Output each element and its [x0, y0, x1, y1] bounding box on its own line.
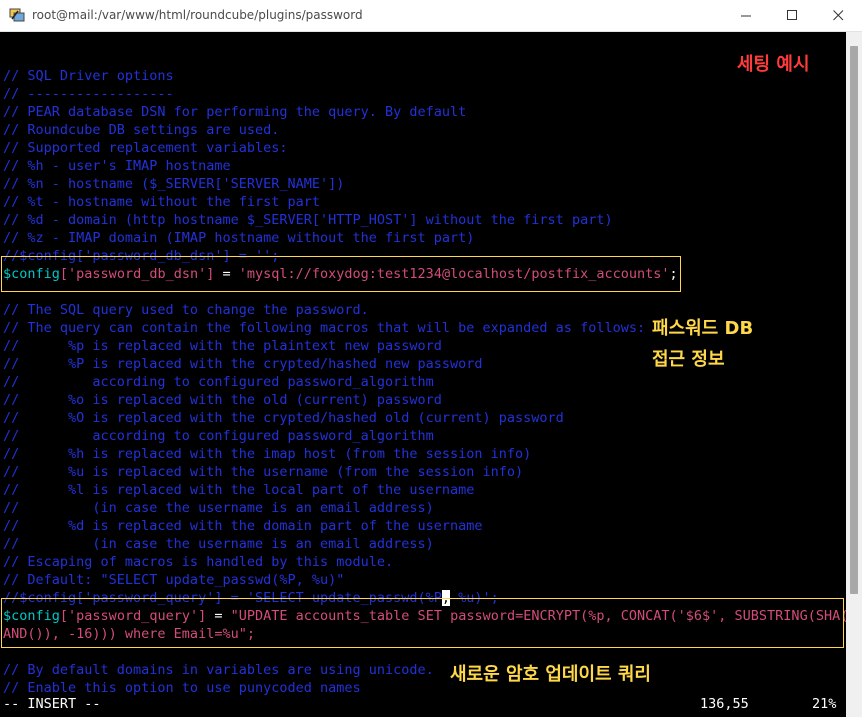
code-line: // SQL Driver options: [3, 68, 174, 84]
code-line: // Escaping of macros is handled by this…: [3, 554, 394, 570]
annotation-db-info-1: 패스워드 DB: [652, 318, 754, 339]
putty-terminal-icon: [9, 8, 25, 22]
code-line: // %P is replaced with the crypted/hashe…: [3, 356, 483, 372]
code-line: // according to configured password_algo…: [3, 374, 434, 390]
code-line: // %o is replaced with the old (current)…: [3, 392, 442, 408]
window-titlebar: root@mail:/var/www/html/roundcube/plugin…: [0, 0, 862, 32]
window-title: root@mail:/var/www/html/roundcube/plugin…: [32, 8, 363, 22]
code-line: // according to configured password_algo…: [3, 428, 434, 444]
scrollbar-thumb[interactable]: [850, 46, 858, 594]
close-icon: [832, 10, 843, 21]
vertical-scrollbar[interactable]: [846, 32, 862, 717]
code-line: // %d is replaced with the domain part o…: [3, 518, 483, 534]
code-line: // %l is replaced with the local part of…: [3, 482, 475, 498]
maximize-icon: [786, 10, 797, 20]
code-line: // By default domains in variables are u…: [3, 662, 434, 678]
annotation-db-info-2: 접근 정보: [652, 349, 725, 370]
minimize-button[interactable]: [723, 0, 769, 31]
code-line: // %O is replaced with the crypted/hashe…: [3, 410, 564, 426]
maximize-button[interactable]: [769, 0, 815, 31]
code-line: // %n - hostname ($_SERVER['SERVER_NAME'…: [3, 176, 345, 192]
code-line: // %t - hostname without the first part: [3, 194, 320, 210]
code-line: // PEAR database DSN for performing the …: [3, 104, 467, 120]
cursor-position: 136,55: [700, 696, 749, 712]
code-line: // (in case the username is an email add…: [3, 500, 434, 516]
code-line: // %p is replaced with the plaintext new…: [3, 338, 442, 354]
code-line: // The query can contain the following m…: [3, 320, 646, 336]
vim-mode-indicator: -- INSERT --: [3, 696, 101, 712]
code-line: // (in case the username is an email add…: [3, 536, 434, 552]
query-highlight-box: [1, 598, 844, 648]
code-line: // Default: "SELECT update_passwd(%P, %u…: [3, 572, 345, 588]
scroll-percent: 21%: [812, 696, 837, 712]
code-line: // %h is replaced with the imap host (fr…: [3, 446, 532, 462]
close-button[interactable]: [815, 0, 861, 31]
code-line: // %d - domain (http hostname $_SERVER['…: [3, 212, 613, 228]
code-line: // %u is replaced with the username (fro…: [3, 464, 524, 480]
code-line: // %z - IMAP domain (IMAP hostname witho…: [3, 230, 475, 246]
dsn-highlight-box: [1, 256, 681, 292]
code-line: // %h - user's IMAP hostname: [3, 158, 231, 174]
annotation-example: 세팅 예시: [737, 54, 810, 75]
code-line: // Roundcube DB settings are used.: [3, 122, 280, 138]
code-line: // Supported replacement variables:: [3, 140, 288, 156]
annotation-new-query: 새로운 암호 업데이트 쿼리: [450, 664, 651, 685]
minimize-icon: [740, 15, 751, 17]
code-line: // The SQL query used to change the pass…: [3, 302, 369, 318]
code-line: // ------------------: [3, 86, 174, 102]
